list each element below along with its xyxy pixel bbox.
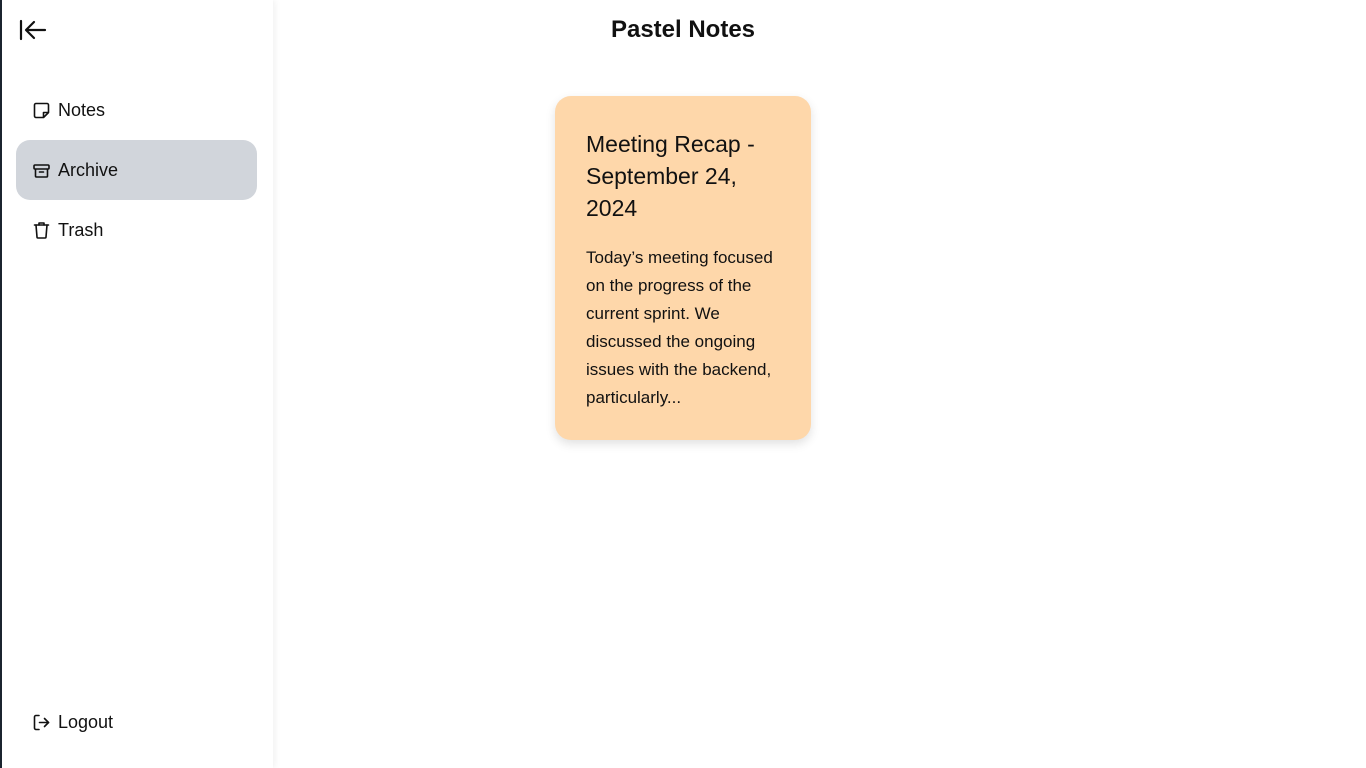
collapse-left-icon <box>18 18 48 47</box>
collapse-sidebar-button[interactable] <box>16 16 50 48</box>
sidebar-item-label: Notes <box>58 99 106 120</box>
logout-button[interactable]: Logout <box>16 692 257 752</box>
logout-label: Logout <box>58 711 114 732</box>
note-title: Meeting Recap - September 24, 2024 <box>586 131 755 221</box>
sidebar-item-notes[interactable]: Notes <box>16 80 257 140</box>
logout-icon <box>32 713 50 731</box>
page-title: Pastel Notes <box>610 16 756 43</box>
archive-icon <box>32 161 50 179</box>
main-content: Pastel Notes Meeting Recap - September 2… <box>273 0 1366 768</box>
sidebar-item-label: Archive <box>58 159 119 180</box>
sidebar-item-archive[interactable]: Archive <box>16 140 257 200</box>
note-excerpt: Today’s meeting focused on the progress … <box>586 248 773 407</box>
note-card[interactable]: Meeting Recap - September 24, 2024 Today… <box>555 96 811 440</box>
sidebar: Notes Archive Trash Logout <box>2 0 273 768</box>
sidebar-item-label: Trash <box>58 219 104 240</box>
sidebar-item-trash[interactable]: Trash <box>16 200 257 260</box>
note-icon <box>32 101 50 119</box>
trash-icon <box>32 221 50 239</box>
